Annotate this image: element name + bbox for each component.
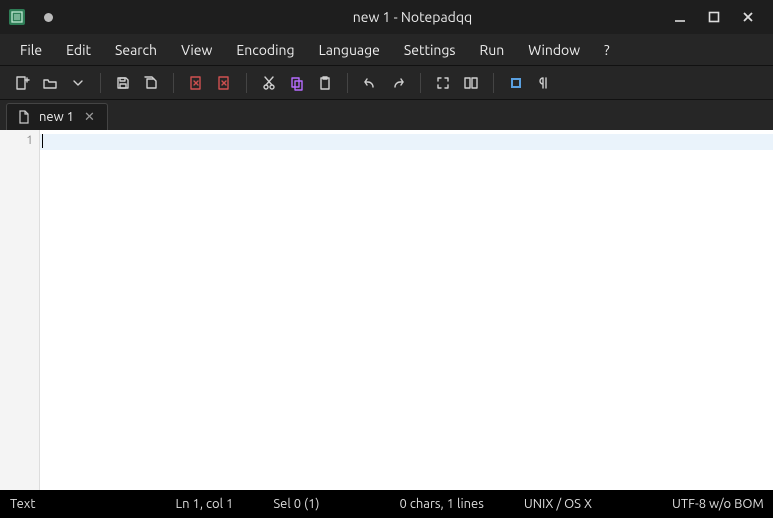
cut-icon[interactable]: [257, 71, 281, 95]
dropdown-icon[interactable]: [66, 71, 90, 95]
status-selection: Sel 0 (1): [273, 497, 319, 511]
status-format[interactable]: Text: [10, 497, 35, 511]
statusbar: Text Ln 1, col 1 Sel 0 (1) 0 chars, 1 li…: [0, 490, 773, 518]
line-number: 1: [0, 134, 33, 150]
wrap-icon[interactable]: [459, 71, 483, 95]
menu-q[interactable]: ?: [594, 38, 619, 62]
menubar: FileEditSearchViewEncodingLanguageSettin…: [0, 34, 773, 66]
menu-encoding[interactable]: Encoding: [226, 38, 304, 62]
save-all-icon[interactable]: [139, 71, 163, 95]
current-line-highlight: [40, 134, 773, 150]
close-window-button[interactable]: [737, 6, 759, 28]
redo-icon[interactable]: [386, 71, 410, 95]
menu-run[interactable]: Run: [470, 38, 515, 62]
status-position: Ln 1, col 1: [175, 497, 233, 511]
app-icon: [8, 8, 26, 26]
line-gutter: 1: [0, 130, 40, 490]
open-file-icon[interactable]: [38, 71, 62, 95]
formatting-icon[interactable]: [504, 71, 528, 95]
modified-indicator-icon: [44, 13, 53, 22]
toolbar-separator: [420, 73, 421, 93]
tab-label: new 1: [39, 110, 74, 124]
text-cursor: [42, 134, 43, 148]
fullscreen-icon[interactable]: [431, 71, 455, 95]
tabbar: new 1 ✕: [0, 100, 773, 130]
close-tab-icon[interactable]: [184, 71, 208, 95]
status-eol[interactable]: UNIX / OS X: [524, 497, 592, 511]
document-icon: [17, 110, 31, 124]
window-title: new 1 - Notepadqq: [170, 9, 655, 25]
pilcrow-icon[interactable]: [532, 71, 556, 95]
tab-close-button[interactable]: ✕: [82, 110, 97, 125]
paste-icon[interactable]: [313, 71, 337, 95]
menu-file[interactable]: File: [10, 38, 52, 62]
tab-new1[interactable]: new 1 ✕: [6, 103, 108, 130]
toolbar-separator: [246, 73, 247, 93]
menu-language[interactable]: Language: [309, 38, 390, 62]
undo-icon[interactable]: [358, 71, 382, 95]
titlebar: new 1 - Notepadqq: [0, 0, 773, 34]
toolbar-separator: [100, 73, 101, 93]
toolbar: [0, 66, 773, 100]
status-encoding[interactable]: UTF-8 w/o BOM: [672, 497, 764, 511]
editor-area: 1: [0, 130, 773, 490]
minimize-button[interactable]: [669, 6, 691, 28]
toolbar-separator: [173, 73, 174, 93]
menu-edit[interactable]: Edit: [56, 38, 101, 62]
text-editor[interactable]: [40, 130, 773, 490]
status-stats: 0 chars, 1 lines: [400, 497, 484, 511]
menu-window[interactable]: Window: [518, 38, 590, 62]
copy-icon[interactable]: [285, 71, 309, 95]
close-all-icon[interactable]: [212, 71, 236, 95]
maximize-button[interactable]: [703, 6, 725, 28]
new-file-icon[interactable]: [10, 71, 34, 95]
menu-settings[interactable]: Settings: [394, 38, 466, 62]
menu-search[interactable]: Search: [105, 38, 167, 62]
save-icon[interactable]: [111, 71, 135, 95]
toolbar-separator: [493, 73, 494, 93]
toolbar-separator: [347, 73, 348, 93]
menu-view[interactable]: View: [171, 38, 222, 62]
